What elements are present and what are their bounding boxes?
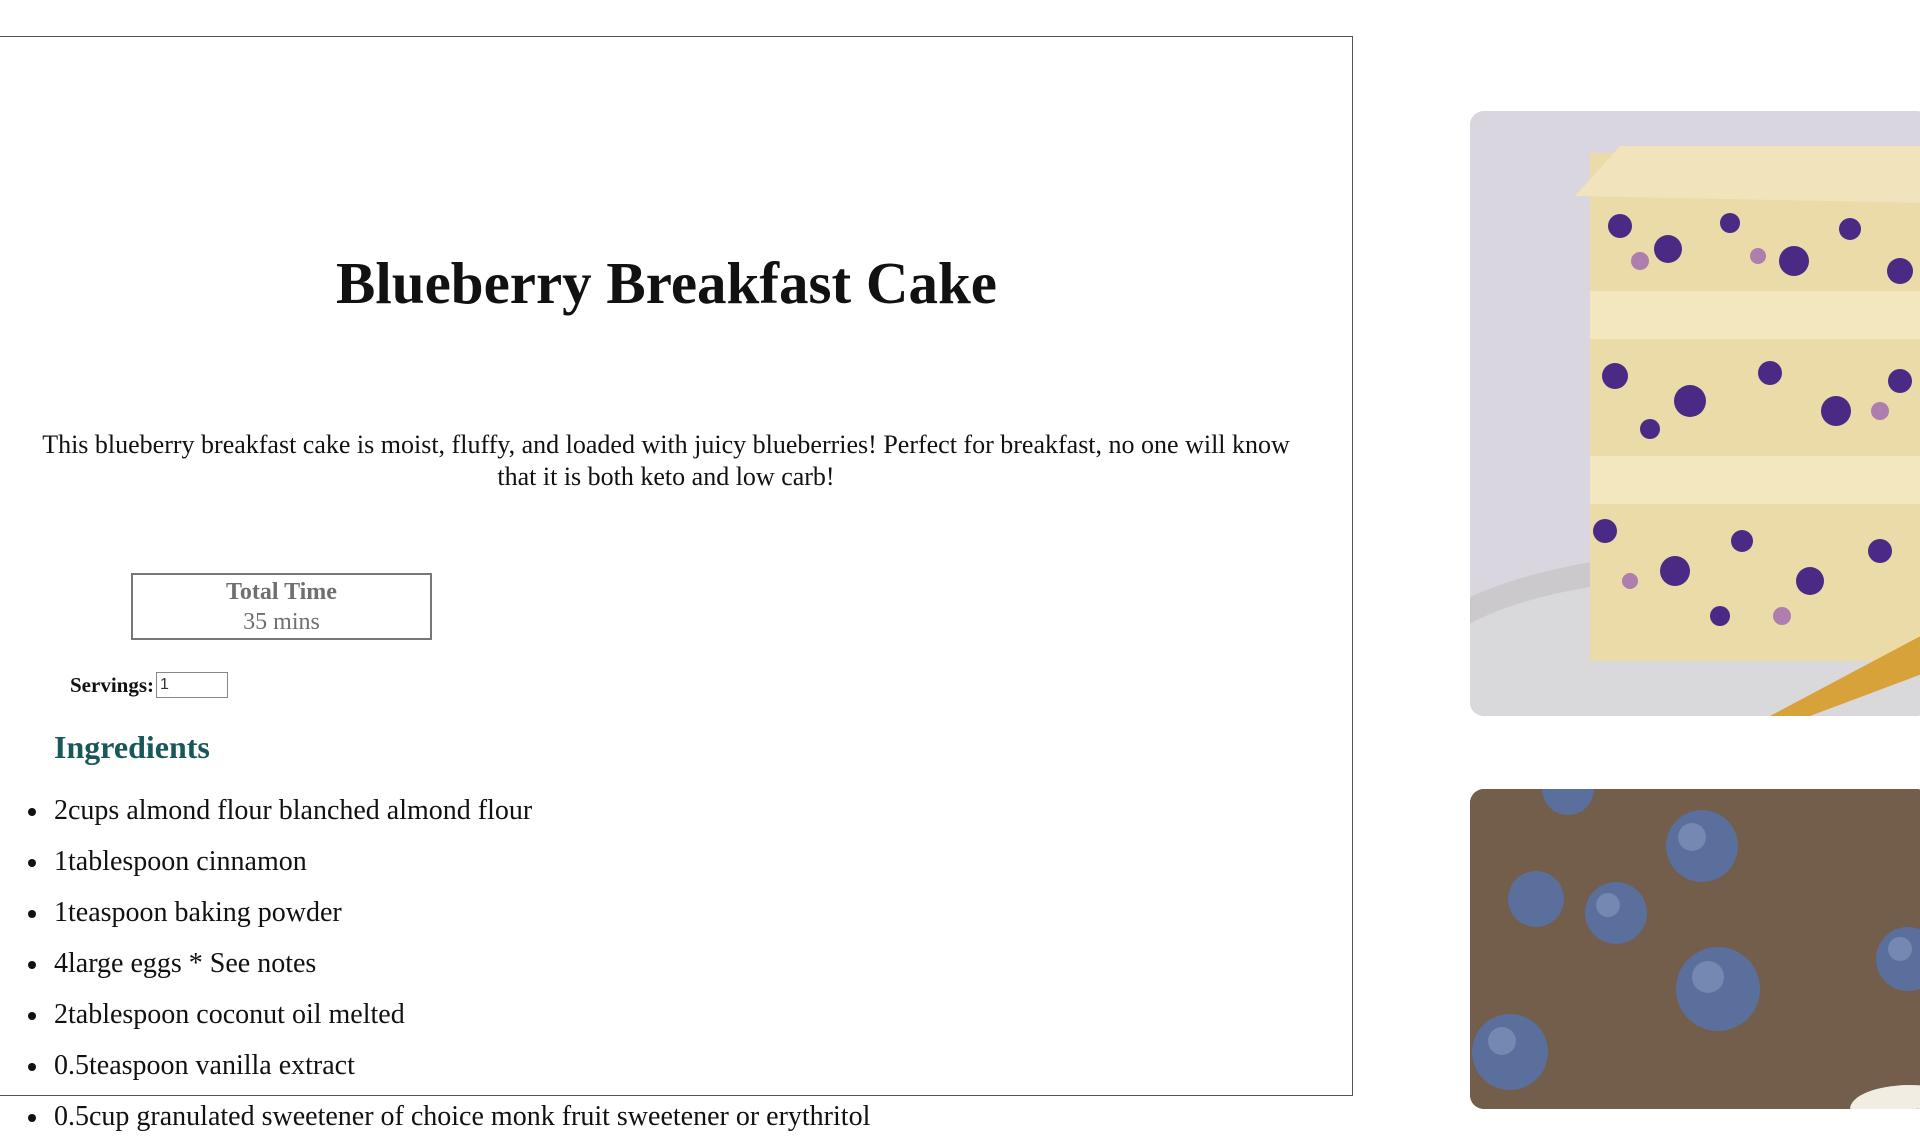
ingredient-item: 0.5cup granulated sweetener of choice mo… (28, 1091, 1294, 1142)
servings-label: Servings: (70, 672, 154, 697)
blueberries-on-tray-image (1470, 789, 1920, 1109)
blueberries-illustration (1470, 789, 1920, 1109)
ingredient-item: 0.5teaspoon vanilla extract (28, 1040, 1294, 1091)
total-time-value: 35 mins (243, 609, 320, 635)
ingredient-item: 2cups almond flour blanched almond flour (28, 785, 1294, 836)
cake-slice-illustration (1470, 111, 1920, 716)
ingredient-item: 1tablespoon cinnamon (28, 836, 1294, 887)
blueberry-cake-slice-image (1470, 111, 1920, 716)
ingredients-list: 2cups almond flour blanched almond flour… (0, 785, 1294, 1142)
ingredient-item: 4large eggs * See notes (28, 938, 1294, 989)
servings-input[interactable] (156, 672, 228, 698)
ingredients-heading: Ingredients (54, 729, 210, 765)
total-time-box: Total Time 35 mins (131, 573, 432, 640)
recipe-title: Blueberry Breakfast Cake (336, 250, 997, 316)
ingredient-item: 2tablespoon coconut oil melted (28, 989, 1294, 1040)
servings-control: Servings: (70, 672, 228, 698)
ingredient-item: 1teaspoon baking powder (28, 887, 1294, 938)
recipe-card: Blueberry Breakfast Cake This blueberry … (0, 36, 1353, 1132)
total-time-label: Total Time (226, 579, 337, 605)
recipe-description: This blueberry breakfast cake is moist, … (42, 430, 1290, 491)
